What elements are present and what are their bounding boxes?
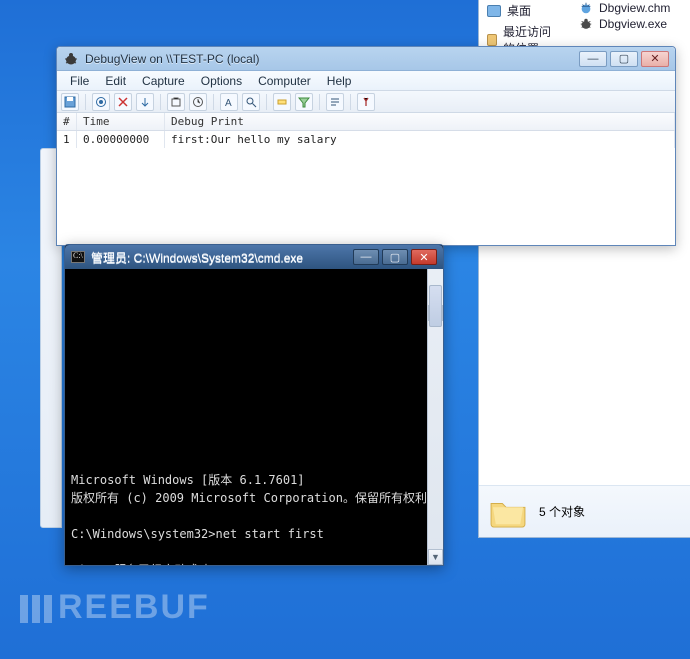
freebuf-watermark: REEBUF (20, 588, 210, 627)
separator (160, 94, 161, 110)
time-format-button[interactable] (189, 93, 207, 111)
minimize-button[interactable]: — (353, 249, 379, 265)
file-item[interactable]: Dbgview.chm (579, 0, 670, 16)
debugview-titlebar[interactable]: DebugView on \\TEST-PC (local) — ▢ ✕ (57, 47, 675, 71)
cell-time: 0.00000000 (77, 131, 165, 148)
folder-icon (489, 496, 527, 528)
cmd-titlebar[interactable]: 管理员: C:\Windows\System32\cmd.exe — ▢ ✕ (65, 245, 443, 269)
svg-text:A: A (225, 98, 232, 108)
col-time[interactable]: Time (77, 113, 165, 130)
debugview-toolbar: A (57, 91, 675, 113)
menu-file[interactable]: File (63, 72, 96, 90)
console-line: 版权所有 (c) 2009 Microsoft Corporation。保留所有… (71, 491, 439, 505)
console-line: First 服务已经启动成功。 (71, 563, 222, 565)
filter-button[interactable] (295, 93, 313, 111)
watermark-text: REEBUF (58, 588, 210, 626)
explorer-status-bar: 5 个对象 (479, 485, 690, 537)
maximize-button[interactable]: ▢ (610, 51, 638, 67)
close-button[interactable]: ✕ (641, 51, 669, 67)
nav-item-desktop[interactable]: 桌面 (479, 0, 567, 21)
separator (213, 94, 214, 110)
recent-icon (487, 34, 497, 46)
console-line: C:\Windows\system32>net start first (71, 527, 324, 541)
grid-body[interactable]: 1 0.00000000 first:Our hello my salary (57, 131, 675, 147)
file-name: Dbgview.exe (599, 17, 667, 31)
debugview-menubar: File Edit Capture Options Computer Help (57, 71, 675, 91)
clear-button[interactable] (167, 93, 185, 111)
debugview-app-icon (63, 51, 79, 67)
close-button[interactable]: ✕ (411, 249, 437, 265)
cell-print: first:Our hello my salary (165, 131, 675, 148)
capture-toggle-button[interactable] (92, 93, 110, 111)
menu-capture[interactable]: Capture (135, 72, 192, 90)
scroll-down-button[interactable]: ▼ (428, 549, 443, 565)
file-item[interactable]: Dbgview.exe (579, 16, 670, 32)
cmd-window: 管理员: C:\Windows\System32\cmd.exe — ▢ ✕ M… (64, 244, 444, 566)
col-num[interactable]: # (57, 113, 77, 130)
cmd-console[interactable]: Microsoft Windows [版本 6.1.7601] 版权所有 (c)… (65, 269, 443, 565)
file-name: Dbgview.chm (599, 1, 670, 15)
status-text: 5 个对象 (539, 503, 585, 520)
scrollbar[interactable]: ▲ ▼ (427, 269, 443, 565)
font-button[interactable]: A (220, 93, 238, 111)
highlight-button[interactable] (273, 93, 291, 111)
menu-computer[interactable]: Computer (251, 72, 318, 90)
history-depth-button[interactable] (326, 93, 344, 111)
col-print[interactable]: Debug Print (165, 113, 675, 130)
desktop-icon (487, 5, 501, 17)
separator (350, 94, 351, 110)
nav-label: 桌面 (507, 2, 531, 19)
cell-num: 1 (57, 131, 77, 148)
info-button[interactable] (357, 93, 375, 111)
maximize-button[interactable]: ▢ (382, 249, 408, 265)
console-line: Microsoft Windows [版本 6.1.7601] (71, 473, 305, 487)
separator (85, 94, 86, 110)
separator (266, 94, 267, 110)
cmd-icon (71, 251, 85, 263)
menu-edit[interactable]: Edit (98, 72, 133, 90)
grid-row[interactable]: 1 0.00000000 first:Our hello my salary (57, 131, 675, 147)
menu-help[interactable]: Help (320, 72, 359, 90)
menu-options[interactable]: Options (194, 72, 249, 90)
minimize-button[interactable]: — (579, 51, 607, 67)
cmd-title: 管理员: C:\Windows\System32\cmd.exe (91, 249, 347, 266)
exe-bug-icon (579, 17, 593, 31)
capture-kernel-button[interactable] (114, 93, 132, 111)
watermark-bars-icon (20, 595, 52, 623)
autoscroll-button[interactable] (136, 93, 154, 111)
separator (319, 94, 320, 110)
grid-header: # Time Debug Print (57, 113, 675, 131)
chm-icon (579, 1, 593, 15)
debugview-window: DebugView on \\TEST-PC (local) — ▢ ✕ Fil… (56, 46, 676, 246)
find-button[interactable] (242, 93, 260, 111)
save-button[interactable] (61, 93, 79, 111)
scroll-thumb[interactable] (429, 285, 442, 327)
explorer-file-list: Dbgview.chm Dbgview.exe (579, 0, 670, 32)
debugview-title: DebugView on \\TEST-PC (local) (85, 52, 573, 66)
